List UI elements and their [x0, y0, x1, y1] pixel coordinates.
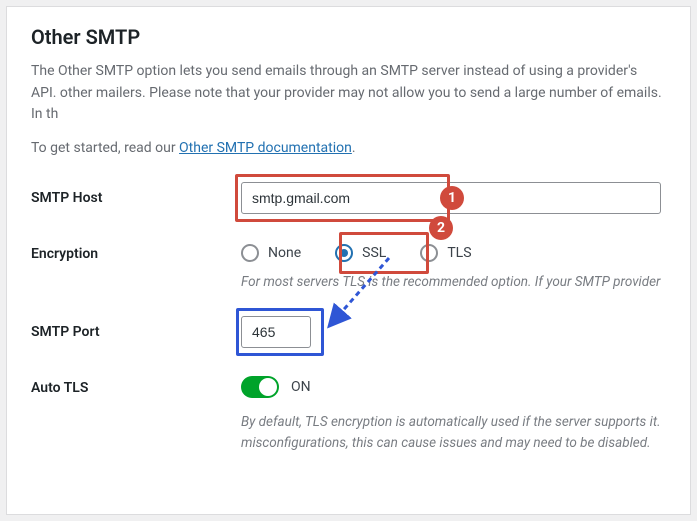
radio-icon [335, 244, 353, 262]
smtp-settings-panel: Other SMTP The Other SMTP option lets yo… [6, 6, 691, 515]
control-smtp-host [241, 182, 666, 214]
row-smtp-port: SMTP Port [31, 316, 666, 348]
label-smtp-host: SMTP Host [31, 182, 241, 206]
encryption-tls[interactable]: TLS [420, 244, 471, 262]
radio-label-none: None [268, 245, 301, 261]
smtp-host-input[interactable] [241, 182, 661, 214]
doc-link[interactable]: Other SMTP documentation [179, 140, 352, 156]
control-smtp-port [241, 316, 666, 348]
section-description: The Other SMTP option lets you send emai… [31, 61, 666, 126]
radio-icon [241, 244, 259, 262]
encryption-ssl[interactable]: SSL [335, 244, 386, 262]
row-encryption: Encryption None SSL TLS For most servers… [31, 238, 666, 292]
encryption-radios: None SSL TLS [241, 238, 666, 262]
smtp-port-input[interactable] [241, 316, 311, 348]
label-encryption: Encryption [31, 238, 241, 262]
annotation-badge-2: 2 [429, 216, 453, 240]
label-smtp-port: SMTP Port [31, 316, 241, 340]
row-auto-tls: Auto TLS ON By default, TLS encryption i… [31, 372, 666, 453]
getstarted-suffix: . [352, 140, 356, 156]
auto-tls-toggle[interactable] [241, 376, 279, 398]
row-smtp-host: SMTP Host 1 [31, 182, 666, 214]
encryption-hint: For most servers TLS is the recommended … [241, 272, 666, 292]
getstarted-prefix: To get started, read our [31, 140, 179, 156]
radio-dot-icon [340, 249, 348, 257]
radio-label-tls: TLS [447, 245, 471, 261]
control-encryption: None SSL TLS For most servers TLS is the… [241, 238, 666, 292]
encryption-none[interactable]: None [241, 244, 301, 262]
radio-label-ssl: SSL [362, 245, 386, 261]
section-title: Other SMTP [31, 25, 666, 49]
radio-icon [420, 244, 438, 262]
auto-tls-hint: By default, TLS encryption is automatica… [241, 412, 666, 453]
toggle-knob-icon [259, 378, 277, 396]
auto-tls-toggle-wrap: ON [241, 372, 311, 398]
control-auto-tls: ON By default, TLS encryption is automat… [241, 372, 666, 453]
auto-tls-state: ON [291, 379, 311, 395]
label-auto-tls: Auto TLS [31, 372, 241, 396]
getstarted-line: To get started, read our Other SMTP docu… [31, 140, 666, 156]
